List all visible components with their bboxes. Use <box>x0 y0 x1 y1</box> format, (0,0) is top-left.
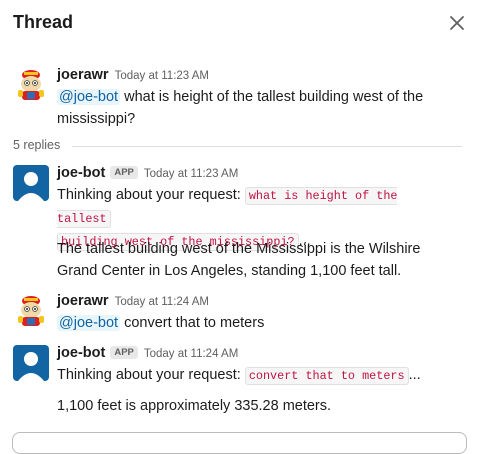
message-meta: joerawr Today at 11:23 AM <box>57 66 209 84</box>
robot-mascot-icon <box>13 67 49 103</box>
timestamp[interactable]: Today at 11:24 AM <box>144 348 238 360</box>
message-text: @joe-bot convert that to meters <box>57 312 457 334</box>
replies-count: 5 replies <box>13 138 61 152</box>
message-text: @joe-bot what is height of the tallest b… <box>57 86 457 130</box>
thread-header: Thread <box>0 0 477 46</box>
avatar[interactable] <box>13 345 49 381</box>
default-user-icon <box>13 165 49 201</box>
avatar[interactable] <box>13 293 49 329</box>
author-name[interactable]: joe-bot <box>57 165 105 181</box>
message-meta: joe-bot APP Today at 11:23 AM <box>57 164 238 182</box>
close-icon[interactable] <box>446 12 468 34</box>
replies-divider <box>72 146 462 147</box>
author-name[interactable]: joerawr <box>57 67 109 83</box>
thinking-prefix: Thinking about your request: <box>57 187 245 203</box>
message-meta: joe-bot APP Today at 11:24 AM <box>57 344 238 362</box>
mention-link[interactable]: @joe-bot <box>57 315 121 331</box>
reply-composer[interactable] <box>12 432 467 454</box>
code-snippet: convert that to meters <box>244 367 409 385</box>
message-meta: joerawr Today at 11:24 AM <box>57 292 209 310</box>
thread-title: Thread <box>13 12 74 32</box>
app-badge: APP <box>110 166 138 179</box>
default-user-icon <box>13 345 49 381</box>
message-body: convert that to meters <box>120 315 265 331</box>
robot-mascot-icon <box>13 293 49 329</box>
mention-link[interactable]: @joe-bot <box>57 89 121 105</box>
ellipsis: ... <box>408 367 421 383</box>
avatar[interactable] <box>13 67 49 103</box>
author-name[interactable]: joerawr <box>57 293 109 309</box>
author-name[interactable]: joe-bot <box>57 345 105 361</box>
app-badge: APP <box>110 346 138 359</box>
timestamp[interactable]: Today at 11:24 AM <box>115 296 209 308</box>
thinking-prefix: Thinking about your request: <box>57 367 245 383</box>
message-text: Thinking about your request: convert tha… <box>57 364 457 387</box>
avatar[interactable] <box>13 165 49 201</box>
answer-text: The tallest building west of the Mississ… <box>57 241 421 279</box>
timestamp[interactable]: Today at 11:23 AM <box>144 168 238 180</box>
answer-text: 1,100 feet is approximately 335.28 meter… <box>57 398 332 414</box>
timestamp[interactable]: Today at 11:23 AM <box>115 70 209 82</box>
